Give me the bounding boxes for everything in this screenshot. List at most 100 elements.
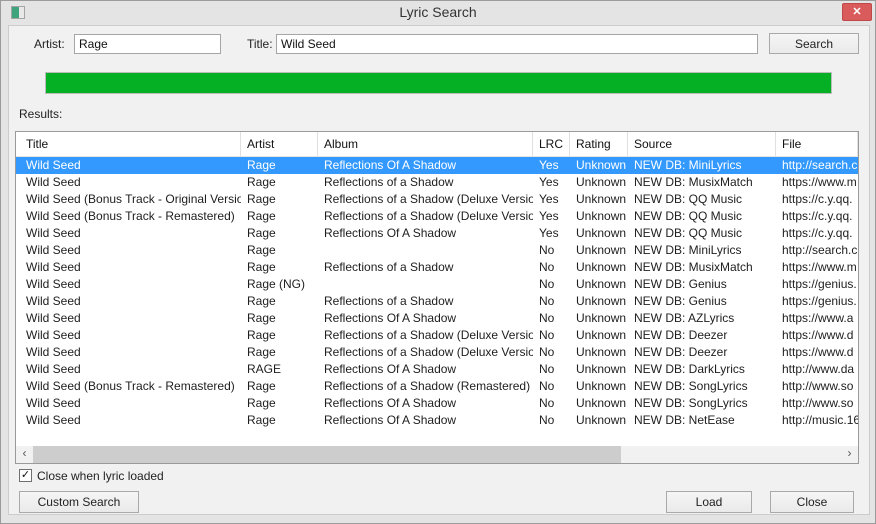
cell-title: Wild Seed: [16, 327, 241, 344]
title-input[interactable]: [276, 34, 758, 54]
column-header-file[interactable]: File: [776, 132, 858, 156]
cell-album: Reflections of a Shadow: [318, 293, 533, 310]
cell-lrc: No: [533, 395, 570, 412]
cell-lrc: No: [533, 293, 570, 310]
result-row[interactable]: Wild Seed (Bonus Track - Original Versio…: [16, 191, 858, 208]
cell-file: https://www.a: [776, 310, 858, 327]
cell-title: Wild Seed: [16, 310, 241, 327]
scrollbar-thumb[interactable]: [33, 446, 621, 463]
cell-source: NEW DB: DarkLyrics: [628, 361, 776, 378]
cell-title: Wild Seed: [16, 293, 241, 310]
cell-file: https://c.y.qq.: [776, 225, 858, 242]
cell-source: NEW DB: SongLyrics: [628, 395, 776, 412]
cell-title: Wild Seed: [16, 412, 241, 429]
result-row[interactable]: Wild SeedRageReflections Of A ShadowNoUn…: [16, 395, 858, 412]
column-header-lrc[interactable]: LRC: [533, 132, 570, 156]
cell-artist: Rage: [241, 259, 318, 276]
cell-artist: Rage: [241, 310, 318, 327]
cell-lrc: No: [533, 378, 570, 395]
cell-album: Reflections of a Shadow: [318, 174, 533, 191]
cell-file: https://genius.: [776, 276, 858, 293]
cell-file: https://www.d: [776, 344, 858, 361]
result-row[interactable]: Wild Seed (Bonus Track - Remastered)Rage…: [16, 378, 858, 395]
cell-rating: Unknown: [570, 395, 628, 412]
results-table-header: Title Artist Album LRC Rating Source Fil…: [16, 132, 858, 157]
column-header-rating[interactable]: Rating: [570, 132, 628, 156]
close-when-loaded-label[interactable]: Close when lyric loaded: [37, 466, 164, 486]
close-button[interactable]: Close: [770, 491, 854, 513]
scroll-left-icon[interactable]: ‹: [16, 446, 33, 463]
scroll-right-icon[interactable]: ›: [841, 446, 858, 463]
cell-album: Reflections Of A Shadow: [318, 412, 533, 429]
title-label: Title:: [247, 34, 273, 54]
result-row[interactable]: Wild Seed (Bonus Track - Remastered)Rage…: [16, 208, 858, 225]
cell-title: Wild Seed: [16, 157, 241, 174]
cell-rating: Unknown: [570, 361, 628, 378]
cell-rating: Unknown: [570, 259, 628, 276]
results-table-body: Wild SeedRageReflections Of A ShadowYesU…: [16, 157, 858, 446]
scrollbar-track[interactable]: [33, 446, 841, 463]
custom-search-button[interactable]: Custom Search: [19, 491, 139, 513]
cell-lrc: Yes: [533, 191, 570, 208]
cell-source: NEW DB: MusixMatch: [628, 259, 776, 276]
column-header-source[interactable]: Source: [628, 132, 776, 156]
cell-lrc: No: [533, 276, 570, 293]
search-button[interactable]: Search: [769, 33, 859, 54]
cell-lrc: Yes: [533, 208, 570, 225]
cell-rating: Unknown: [570, 191, 628, 208]
cell-artist: Rage: [241, 208, 318, 225]
cell-title: Wild Seed: [16, 344, 241, 361]
result-row[interactable]: Wild SeedRageReflections Of A ShadowNoUn…: [16, 310, 858, 327]
cell-file: https://genius.: [776, 293, 858, 310]
cell-title: Wild Seed: [16, 174, 241, 191]
result-row[interactable]: Wild SeedRageReflections Of A ShadowYesU…: [16, 157, 858, 174]
cell-artist: Rage: [241, 225, 318, 242]
cell-title: Wild Seed: [16, 242, 241, 259]
cell-source: NEW DB: AZLyrics: [628, 310, 776, 327]
checkmark-icon: ✓: [21, 469, 30, 481]
cell-artist: Rage: [241, 174, 318, 191]
column-header-artist[interactable]: Artist: [241, 132, 318, 156]
cell-file: https://www.m: [776, 259, 858, 276]
column-header-album[interactable]: Album: [318, 132, 533, 156]
cell-rating: Unknown: [570, 225, 628, 242]
cell-source: NEW DB: Deezer: [628, 344, 776, 361]
result-row[interactable]: Wild SeedRageReflections of a Shadow (De…: [16, 344, 858, 361]
result-row[interactable]: Wild SeedRageReflections Of A ShadowYesU…: [16, 225, 858, 242]
result-row[interactable]: Wild SeedRageNoUnknownNEW DB: MiniLyrics…: [16, 242, 858, 259]
load-button[interactable]: Load: [666, 491, 752, 513]
artist-input[interactable]: [74, 34, 221, 54]
artist-label: Artist:: [34, 34, 65, 54]
cell-artist: Rage: [241, 191, 318, 208]
cell-artist: Rage: [241, 327, 318, 344]
close-when-loaded-checkbox[interactable]: ✓: [19, 469, 32, 482]
result-row[interactable]: Wild SeedRageReflections of a ShadowNoUn…: [16, 293, 858, 310]
results-table: Title Artist Album LRC Rating Source Fil…: [15, 131, 859, 464]
search-progress-bar: [45, 72, 832, 94]
cell-rating: Unknown: [570, 276, 628, 293]
cell-artist: Rage: [241, 395, 318, 412]
results-label: Results:: [19, 104, 62, 124]
cell-album: Reflections of a Shadow (Deluxe Version): [318, 327, 533, 344]
cell-lrc: No: [533, 361, 570, 378]
result-row[interactable]: Wild SeedRage (NG)NoUnknownNEW DB: Geniu…: [16, 276, 858, 293]
cell-rating: Unknown: [570, 327, 628, 344]
horizontal-scrollbar[interactable]: ‹ ›: [16, 446, 858, 463]
cell-title: Wild Seed (Bonus Track - Remastered): [16, 378, 241, 395]
cell-source: NEW DB: MiniLyrics: [628, 157, 776, 174]
result-row[interactable]: Wild SeedRageReflections of a ShadowYesU…: [16, 174, 858, 191]
result-row[interactable]: Wild SeedRageReflections of a ShadowNoUn…: [16, 259, 858, 276]
column-header-title[interactable]: Title: [16, 132, 241, 156]
window-close-icon[interactable]: ✕: [842, 3, 872, 21]
cell-album: [318, 242, 533, 259]
result-row[interactable]: Wild SeedRageReflections of a Shadow (De…: [16, 327, 858, 344]
cell-title: Wild Seed: [16, 361, 241, 378]
result-row[interactable]: Wild SeedRageReflections Of A ShadowNoUn…: [16, 412, 858, 429]
cell-album: Reflections of a Shadow (Remastered): [318, 378, 533, 395]
cell-rating: Unknown: [570, 174, 628, 191]
cell-rating: Unknown: [570, 157, 628, 174]
result-row[interactable]: Wild SeedRAGEReflections Of A ShadowNoUn…: [16, 361, 858, 378]
cell-lrc: No: [533, 242, 570, 259]
cell-title: Wild Seed: [16, 259, 241, 276]
cell-lrc: No: [533, 412, 570, 429]
